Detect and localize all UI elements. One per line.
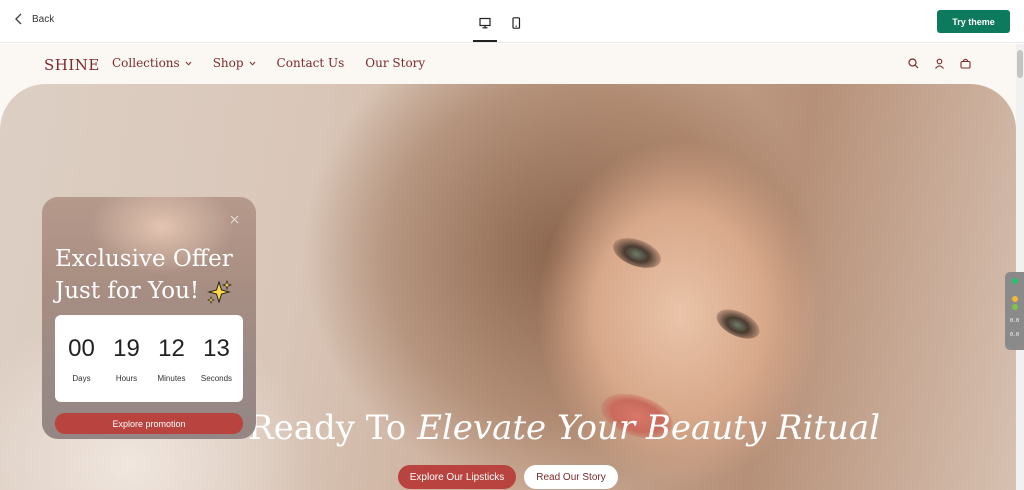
hero-headline-plain: Ready To	[248, 408, 407, 448]
sparkles-icon	[207, 279, 233, 304]
countdown-minutes: 12 Minutes	[152, 315, 192, 402]
countdown-label: Days	[72, 374, 91, 383]
hero-headline: Ready To Elevate Your Beauty Ritual	[248, 408, 880, 448]
nav-item-label: Our Story	[365, 56, 426, 70]
read-our-story-button[interactable]: Read Our Story	[524, 465, 618, 489]
desktop-icon	[479, 17, 491, 29]
desktop-view-button[interactable]	[474, 13, 496, 33]
scrollbar-thumb[interactable]	[1017, 50, 1023, 78]
store-nav: Collections Shop Contact Us Our Story	[112, 56, 425, 70]
nav-item-label: Shop	[212, 56, 244, 70]
explore-lipsticks-button[interactable]: Explore Our Lipsticks	[398, 465, 516, 489]
close-icon[interactable]	[228, 213, 240, 225]
countdown-value: 19	[113, 335, 140, 362]
back-label: Back	[32, 13, 55, 25]
nav-item-contact-us[interactable]: Contact Us	[277, 56, 345, 70]
hero-headline-italic: Elevate Your Beauty Ritual	[417, 408, 881, 448]
countdown-label: Hours	[115, 374, 138, 383]
popup-title-line2: Just for You!	[55, 278, 200, 304]
countdown-timer: 00 Days 19 Hours 12 Minutes 13 Seconds	[55, 315, 243, 402]
countdown-hours: 19 Hours	[107, 315, 147, 402]
mobile-icon	[512, 17, 521, 29]
chevron-down-icon	[185, 61, 192, 66]
mobile-view-button[interactable]	[505, 13, 527, 33]
active-view-indicator	[473, 40, 497, 42]
cart-icon[interactable]	[959, 57, 972, 70]
popup-title: Exclusive Offer Just for You!	[55, 243, 255, 307]
countdown-value: 00	[68, 335, 95, 362]
try-theme-button[interactable]: Try theme	[937, 10, 1010, 33]
countdown-value: 12	[158, 335, 185, 362]
explore-promotion-button[interactable]: Explore promotion	[55, 413, 243, 434]
popup-title-line2-wrap: Just for You!	[55, 275, 255, 307]
nav-item-collections[interactable]: Collections	[112, 56, 192, 70]
hero-image-detail	[609, 232, 665, 274]
store-preview-frame: SHINE Collections Shop Contact Us Our St…	[0, 44, 1016, 490]
countdown-value: 13	[203, 335, 230, 362]
countdown-label: Seconds	[200, 374, 233, 383]
status-dot	[1012, 304, 1018, 310]
chevron-left-icon	[15, 13, 22, 25]
countdown-label: Minutes	[157, 374, 186, 383]
store-header: SHINE Collections Shop Contact Us Our St…	[0, 44, 1016, 84]
nav-item-our-story[interactable]: Our Story	[365, 56, 425, 70]
account-icon[interactable]	[933, 57, 946, 70]
header-icons	[907, 57, 972, 70]
search-icon[interactable]	[907, 57, 920, 70]
status-dot	[1012, 296, 1018, 302]
nav-item-label: Contact Us	[276, 56, 345, 70]
widget-value: 0.0	[1010, 332, 1020, 338]
preview-toolbar: Back Try theme	[0, 0, 1024, 43]
countdown-days: 00 Days	[62, 315, 102, 402]
back-button[interactable]: Back	[14, 12, 54, 26]
promo-popup: Exclusive Offer Just for You! 00 Days 19…	[42, 197, 256, 439]
widget-value: 0.0	[1010, 318, 1020, 324]
nav-item-label: Collections	[112, 56, 180, 70]
countdown-seconds: 13 Seconds	[197, 315, 237, 402]
store-logo[interactable]: SHINE	[44, 56, 100, 74]
hero-image-detail	[712, 303, 764, 345]
popup-title-line1: Exclusive Offer	[55, 246, 233, 272]
side-widget[interactable]: 0.0 0.0	[1005, 272, 1024, 350]
nav-item-shop[interactable]: Shop	[213, 56, 256, 70]
preview-scrollbar[interactable]	[1016, 44, 1024, 490]
status-dot	[1012, 278, 1018, 284]
chevron-down-icon	[249, 61, 255, 66]
